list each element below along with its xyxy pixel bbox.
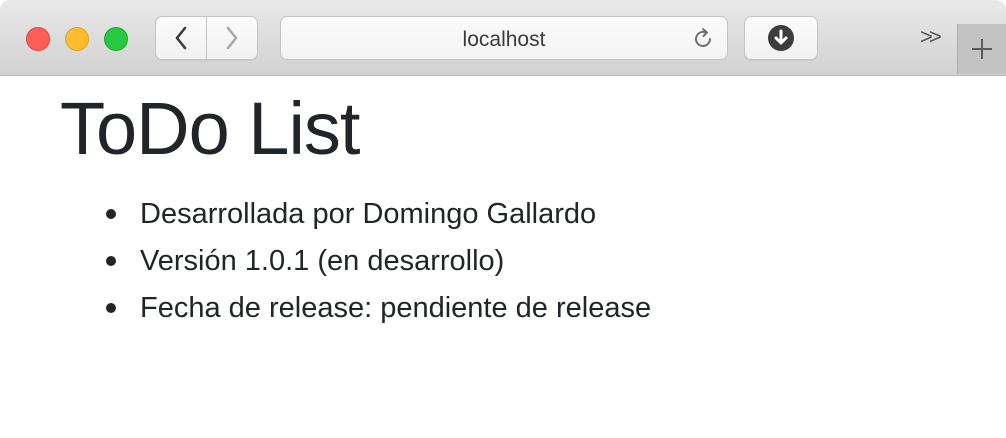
back-button[interactable]	[155, 16, 207, 60]
page-content: ToDo List Desarrollada por Domingo Galla…	[0, 76, 1006, 438]
overflow-menu-button[interactable]: >>	[920, 24, 950, 52]
navigation-buttons	[155, 16, 259, 60]
url-text: localhost	[462, 28, 546, 51]
list-item-text: Fecha de release: pendiente de release	[140, 292, 652, 324]
downloads-button[interactable]	[744, 16, 818, 60]
browser-toolbar: localhost >>	[0, 0, 1006, 76]
list-item: Fecha de release: pendiente de release	[106, 288, 652, 335]
reload-icon[interactable]	[691, 27, 715, 51]
info-list: Desarrollada por Domingo Gallardo Versió…	[106, 194, 652, 335]
chevron-right-icon	[226, 26, 238, 50]
maximize-window-button[interactable]	[104, 27, 128, 51]
list-item-text: Desarrollada por Domingo Gallardo	[140, 198, 597, 230]
list-item: Versión 1.0.1 (en desarrollo)	[106, 241, 651, 288]
new-tab-button[interactable]	[957, 24, 1006, 74]
close-window-button[interactable]	[26, 27, 50, 51]
plus-icon	[972, 39, 992, 59]
list-item-text: Versión 1.0.1 (en desarrollo)	[140, 245, 505, 277]
page-title: ToDo List	[60, 87, 360, 170]
bullet-icon	[106, 303, 116, 313]
forward-button[interactable]	[206, 16, 258, 60]
bullet-icon	[106, 256, 116, 266]
download-icon	[768, 25, 794, 51]
bullet-icon	[106, 209, 116, 219]
chevron-left-icon	[175, 26, 187, 50]
minimize-window-button[interactable]	[65, 27, 89, 51]
address-bar[interactable]: localhost	[280, 16, 728, 60]
list-item: Desarrollada por Domingo Gallardo	[106, 194, 651, 241]
